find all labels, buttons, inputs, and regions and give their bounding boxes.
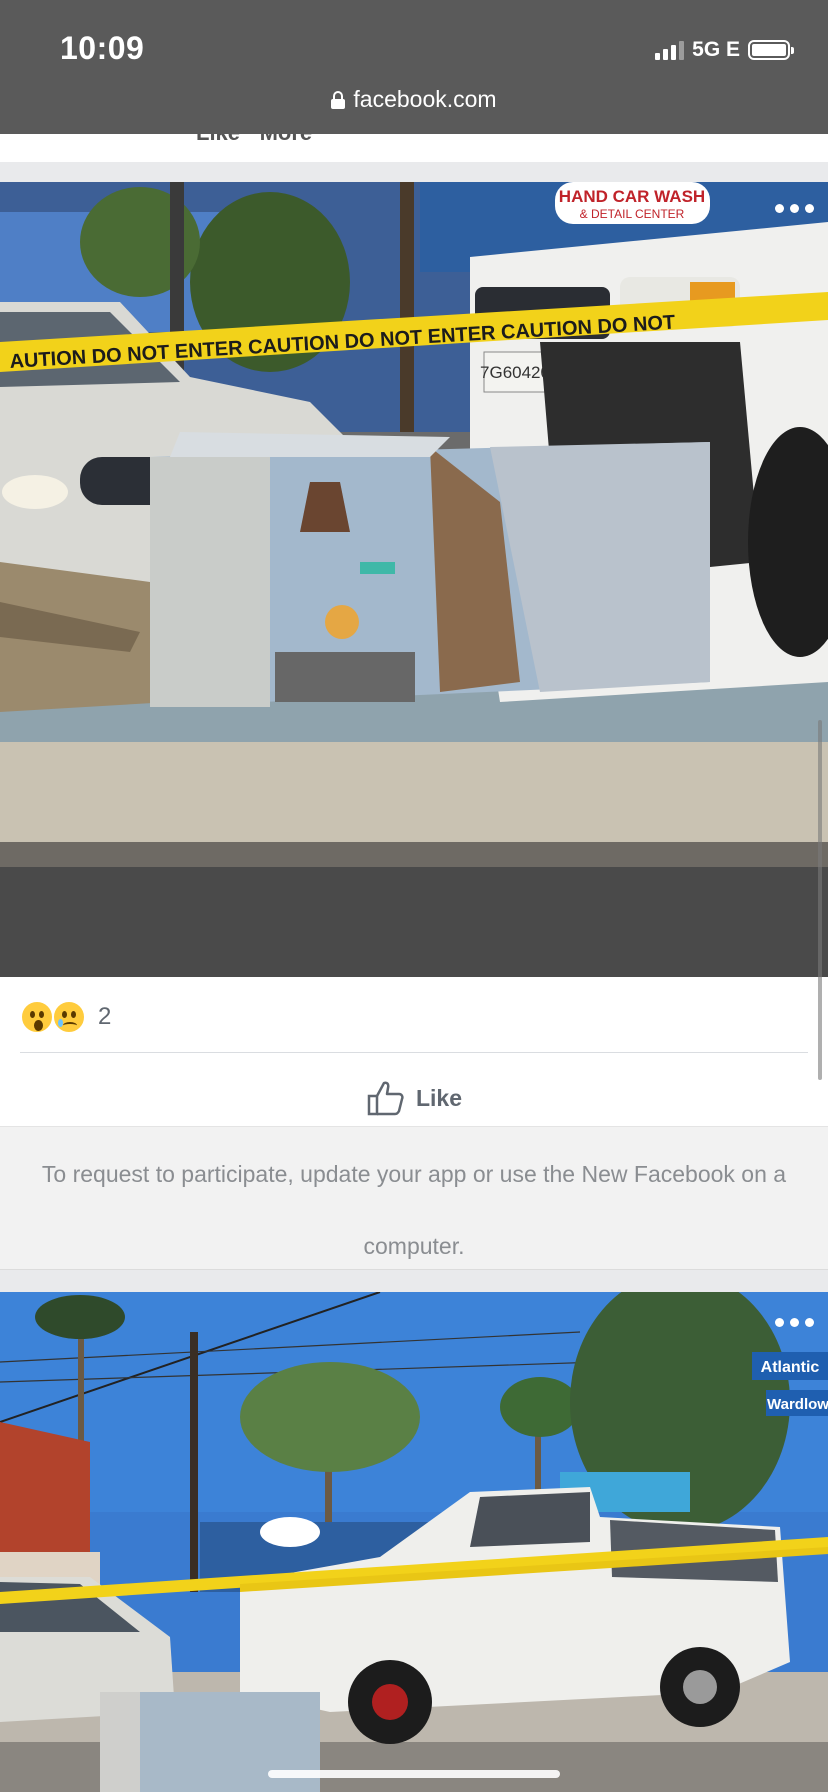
wow-emoji-icon: [20, 1000, 54, 1034]
notice-text-line-2: computer.: [363, 1233, 465, 1259]
previous-post-actions: Like · More: [0, 134, 828, 162]
network-type: 5G E: [692, 38, 740, 61]
next-post-photo[interactable]: Atlantic Wardlow: [0, 1292, 828, 1792]
url-text: facebook.com: [353, 86, 497, 112]
address-bar[interactable]: facebook.com: [0, 86, 828, 113]
participation-notice: To request to participate, update your a…: [0, 1126, 828, 1270]
previous-post-action-labels: Like · More: [196, 134, 312, 146]
lock-icon: [331, 90, 346, 109]
intersection-crash-image: Atlantic Wardlow: [0, 1292, 828, 1792]
svg-text:7G60420: 7G60420: [480, 363, 550, 382]
post-photo[interactable]: HAND CAR WASH & DETAIL CENTER 7G60420 AU…: [0, 182, 828, 977]
browser-chrome: 10:09 5G E facebook.com: [0, 0, 828, 134]
status-time: 10:09: [60, 30, 145, 66]
svg-text:HAND CAR WASH: HAND CAR WASH: [559, 187, 705, 206]
scrollbar[interactable]: [818, 720, 822, 1080]
like-button[interactable]: Like: [0, 1068, 828, 1128]
thumbs-up-icon: [367, 1081, 404, 1116]
home-indicator[interactable]: [268, 1770, 560, 1778]
svg-text:& DETAIL CENTER: & DETAIL CENTER: [580, 207, 685, 221]
reaction-summary[interactable]: 2: [20, 997, 111, 1037]
notice-text-line-1: To request to participate, update your a…: [41, 1161, 787, 1187]
svg-text:Wardlow: Wardlow: [767, 1396, 828, 1413]
status-indicators: 5G E: [655, 38, 794, 62]
more-options-icon[interactable]: [775, 1318, 814, 1327]
like-label: Like: [415, 1084, 463, 1111]
sad-emoji-icon: [52, 1000, 86, 1034]
battery-icon: [748, 40, 794, 60]
signal-icon: [655, 40, 685, 60]
crash-scene-image: HAND CAR WASH & DETAIL CENTER 7G60420 AU…: [0, 182, 828, 977]
svg-text:Atlantic: Atlantic: [761, 1359, 820, 1376]
divider: [20, 1052, 808, 1053]
post-card: HAND CAR WASH & DETAIL CENTER 7G60420 AU…: [0, 182, 828, 1270]
more-options-icon[interactable]: [775, 204, 814, 213]
reaction-count: 2: [98, 1003, 112, 1030]
